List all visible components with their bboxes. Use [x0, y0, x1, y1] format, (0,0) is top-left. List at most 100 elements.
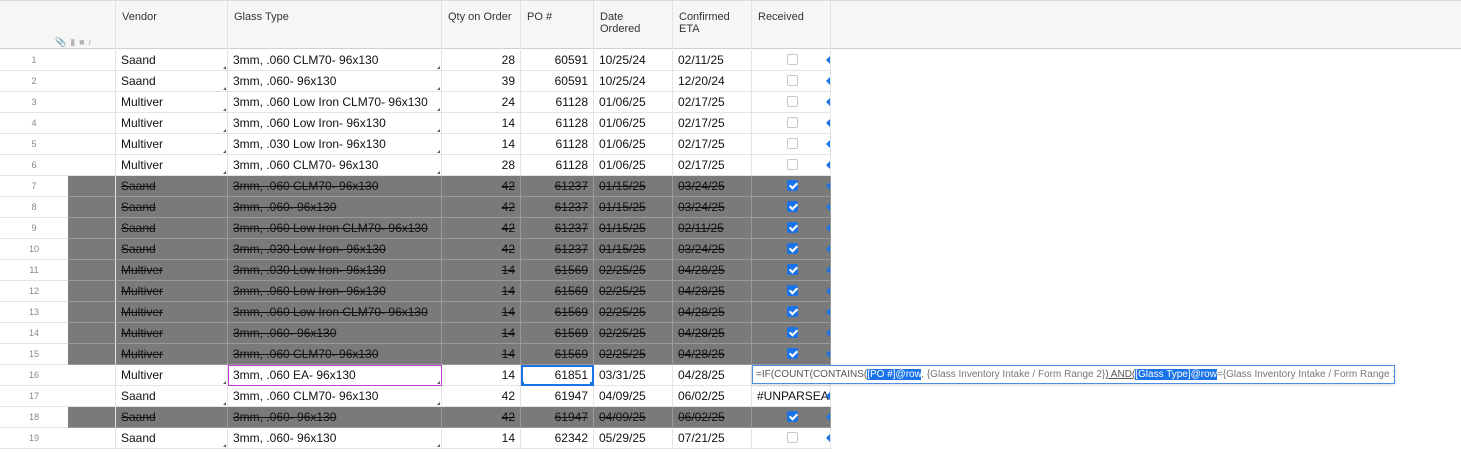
date-ordered-cell[interactable]: 04/09/25 [594, 386, 673, 407]
confirmed-eta-cell[interactable]: 02/17/25 [673, 113, 752, 134]
glass-type-cell[interactable]: 3mm, .030 Low Iron- 96x130 [228, 260, 442, 281]
confirmed-eta-cell[interactable]: 04/28/25 [673, 302, 752, 323]
glass-type-cell[interactable]: 3mm, .030 Low Iron- 96x130 [228, 239, 442, 260]
vendor-cell[interactable]: Saand [116, 176, 228, 197]
confirmed-eta-cell[interactable]: 02/17/25 [673, 155, 752, 176]
vendor-cell[interactable]: Multiver [116, 260, 228, 281]
po-cell[interactable]: 61569 [521, 281, 594, 302]
date-ordered-cell[interactable]: 05/29/25 [594, 428, 673, 449]
received-cell[interactable] [752, 155, 831, 176]
po-cell[interactable]: 61947 [521, 407, 594, 428]
row-action-cell[interactable] [68, 134, 116, 155]
po-cell[interactable]: 61569 [521, 344, 594, 365]
received-checkbox[interactable] [787, 96, 798, 107]
po-cell[interactable]: 60591 [521, 50, 594, 71]
received-checkbox[interactable] [787, 75, 798, 86]
received-cell[interactable] [752, 260, 831, 281]
po-cell[interactable]: 61569 [521, 302, 594, 323]
po-cell[interactable]: 61569 [521, 260, 594, 281]
confirmed-eta-cell[interactable]: 03/24/25 [673, 197, 752, 218]
received-checkbox[interactable] [787, 201, 798, 212]
date-ordered-cell[interactable]: 10/25/24 [594, 50, 673, 71]
qty-cell[interactable]: 14 [442, 365, 521, 386]
confirmed-eta-cell[interactable]: 12/20/24 [673, 71, 752, 92]
table-row[interactable]: 1 Saand 3mm, .060 CLM70- 96x130 28 60591 10/2… [0, 50, 831, 71]
received-cell[interactable] [752, 239, 831, 260]
row-action-cell[interactable] [68, 386, 116, 407]
date-ordered-cell[interactable]: 02/25/25 [594, 344, 673, 365]
date-ordered-cell[interactable]: 02/25/25 [594, 260, 673, 281]
po-cell[interactable]: 61128 [521, 134, 594, 155]
column-header-qty[interactable]: Qty on Order [442, 0, 521, 49]
po-cell[interactable]: 61128 [521, 113, 594, 134]
table-row[interactable]: 4 Multiver 3mm, .060 Low Iron- 96x130 14 611… [0, 113, 831, 134]
confirmed-eta-cell[interactable]: 06/02/25 [673, 407, 752, 428]
row-action-cell[interactable] [68, 197, 116, 218]
table-row[interactable]: 10 Saand 3mm, .030 Low Iron- 96x130 42 61237… [0, 239, 831, 260]
formula-editor[interactable]: =IF(COUNT(CONTAINS([PO #]@row, {Glass In… [752, 365, 1395, 384]
received-checkbox[interactable] [787, 264, 798, 275]
glass-type-cell[interactable]: 3mm, .060 CLM70- 96x130 [228, 344, 442, 365]
qty-cell[interactable]: 14 [442, 428, 521, 449]
date-ordered-cell[interactable]: 01/15/25 [594, 239, 673, 260]
date-ordered-cell[interactable]: 01/15/25 [594, 218, 673, 239]
date-ordered-cell[interactable]: 03/31/25 [594, 365, 673, 386]
received-checkbox[interactable] [787, 159, 798, 170]
date-ordered-cell[interactable]: 10/25/24 [594, 71, 673, 92]
glass-type-cell[interactable]: 3mm, .060- 96x130 [228, 428, 442, 449]
column-header-glass-type[interactable]: Glass Type [228, 0, 442, 49]
vendor-cell[interactable]: Multiver [116, 134, 228, 155]
po-cell[interactable]: 61947 [521, 386, 594, 407]
po-cell[interactable]: 61237 [521, 197, 594, 218]
confirmed-eta-cell[interactable]: 02/17/25 [673, 92, 752, 113]
glass-type-cell[interactable]: 3mm, .060 CLM70- 96x130 [228, 386, 442, 407]
row-action-cell[interactable] [68, 260, 116, 281]
qty-cell[interactable]: 42 [442, 407, 521, 428]
vendor-cell[interactable]: Saand [116, 197, 228, 218]
row-action-cell[interactable] [68, 428, 116, 449]
received-checkbox[interactable] [787, 222, 798, 233]
confirmed-eta-cell[interactable]: 04/28/25 [673, 323, 752, 344]
qty-cell[interactable]: 14 [442, 344, 521, 365]
glass-type-cell[interactable]: 3mm, .060 CLM70- 96x130 [228, 50, 442, 71]
table-row[interactable]: 17 Saand 3mm, .060 CLM70- 96x130 42 61947 04/… [0, 386, 831, 407]
qty-cell[interactable]: 14 [442, 260, 521, 281]
table-row[interactable]: 7 Saand 3mm, .060 CLM70- 96x130 42 61237 01/1… [0, 176, 831, 197]
row-action-cell[interactable] [68, 281, 116, 302]
received-cell[interactable] [752, 134, 831, 155]
vendor-cell[interactable]: Multiver [116, 365, 228, 386]
table-row[interactable]: 2 Saand 3mm, .060- 96x130 39 60591 10/25/24 12… [0, 71, 831, 92]
received-cell[interactable] [752, 92, 831, 113]
received-cell[interactable] [752, 428, 831, 449]
qty-cell[interactable]: 42 [442, 386, 521, 407]
qty-cell[interactable]: 28 [442, 50, 521, 71]
row-action-cell[interactable] [68, 218, 116, 239]
glass-type-cell[interactable]: 3mm, .060- 96x130 [228, 197, 442, 218]
table-row[interactable]: 12 Multiver 3mm, .060 Low Iron- 96x130 14 61… [0, 281, 831, 302]
po-cell[interactable]: 62342 [521, 428, 594, 449]
glass-type-cell[interactable]: 3mm, .060 Low Iron- 96x130 [228, 281, 442, 302]
vendor-cell[interactable]: Saand [116, 428, 228, 449]
qty-cell[interactable]: 14 [442, 134, 521, 155]
glass-type-cell[interactable]: 3mm, .060 Low Iron CLM70- 96x130 [228, 218, 442, 239]
qty-cell[interactable]: 14 [442, 302, 521, 323]
date-ordered-cell[interactable]: 01/06/25 [594, 113, 673, 134]
column-header-vendor[interactable]: Vendor [116, 0, 228, 49]
glass-type-cell[interactable]: 3mm, .060 Low Iron CLM70- 96x130 [228, 92, 442, 113]
row-action-cell[interactable] [68, 407, 116, 428]
vendor-cell[interactable]: Saand [116, 71, 228, 92]
table-row[interactable]: 15 Multiver 3mm, .060 CLM70- 96x130 14 61569… [0, 344, 831, 365]
vendor-cell[interactable]: Multiver [116, 155, 228, 176]
table-row[interactable]: 16 Multiver 3mm, .060 EA- 96x130 14 61851 03/… [0, 365, 831, 386]
vendor-cell[interactable]: Saand [116, 218, 228, 239]
confirmed-eta-cell[interactable]: 04/28/25 [673, 260, 752, 281]
received-checkbox[interactable] [787, 348, 798, 359]
received-cell[interactable] [752, 113, 831, 134]
glass-type-cell[interactable]: 3mm, .060- 96x130 [228, 71, 442, 92]
received-checkbox[interactable] [787, 180, 798, 191]
date-ordered-cell[interactable]: 02/25/25 [594, 281, 673, 302]
qty-cell[interactable]: 42 [442, 239, 521, 260]
qty-cell[interactable]: 14 [442, 113, 521, 134]
received-cell[interactable] [752, 407, 831, 428]
row-action-cell[interactable] [68, 50, 116, 71]
